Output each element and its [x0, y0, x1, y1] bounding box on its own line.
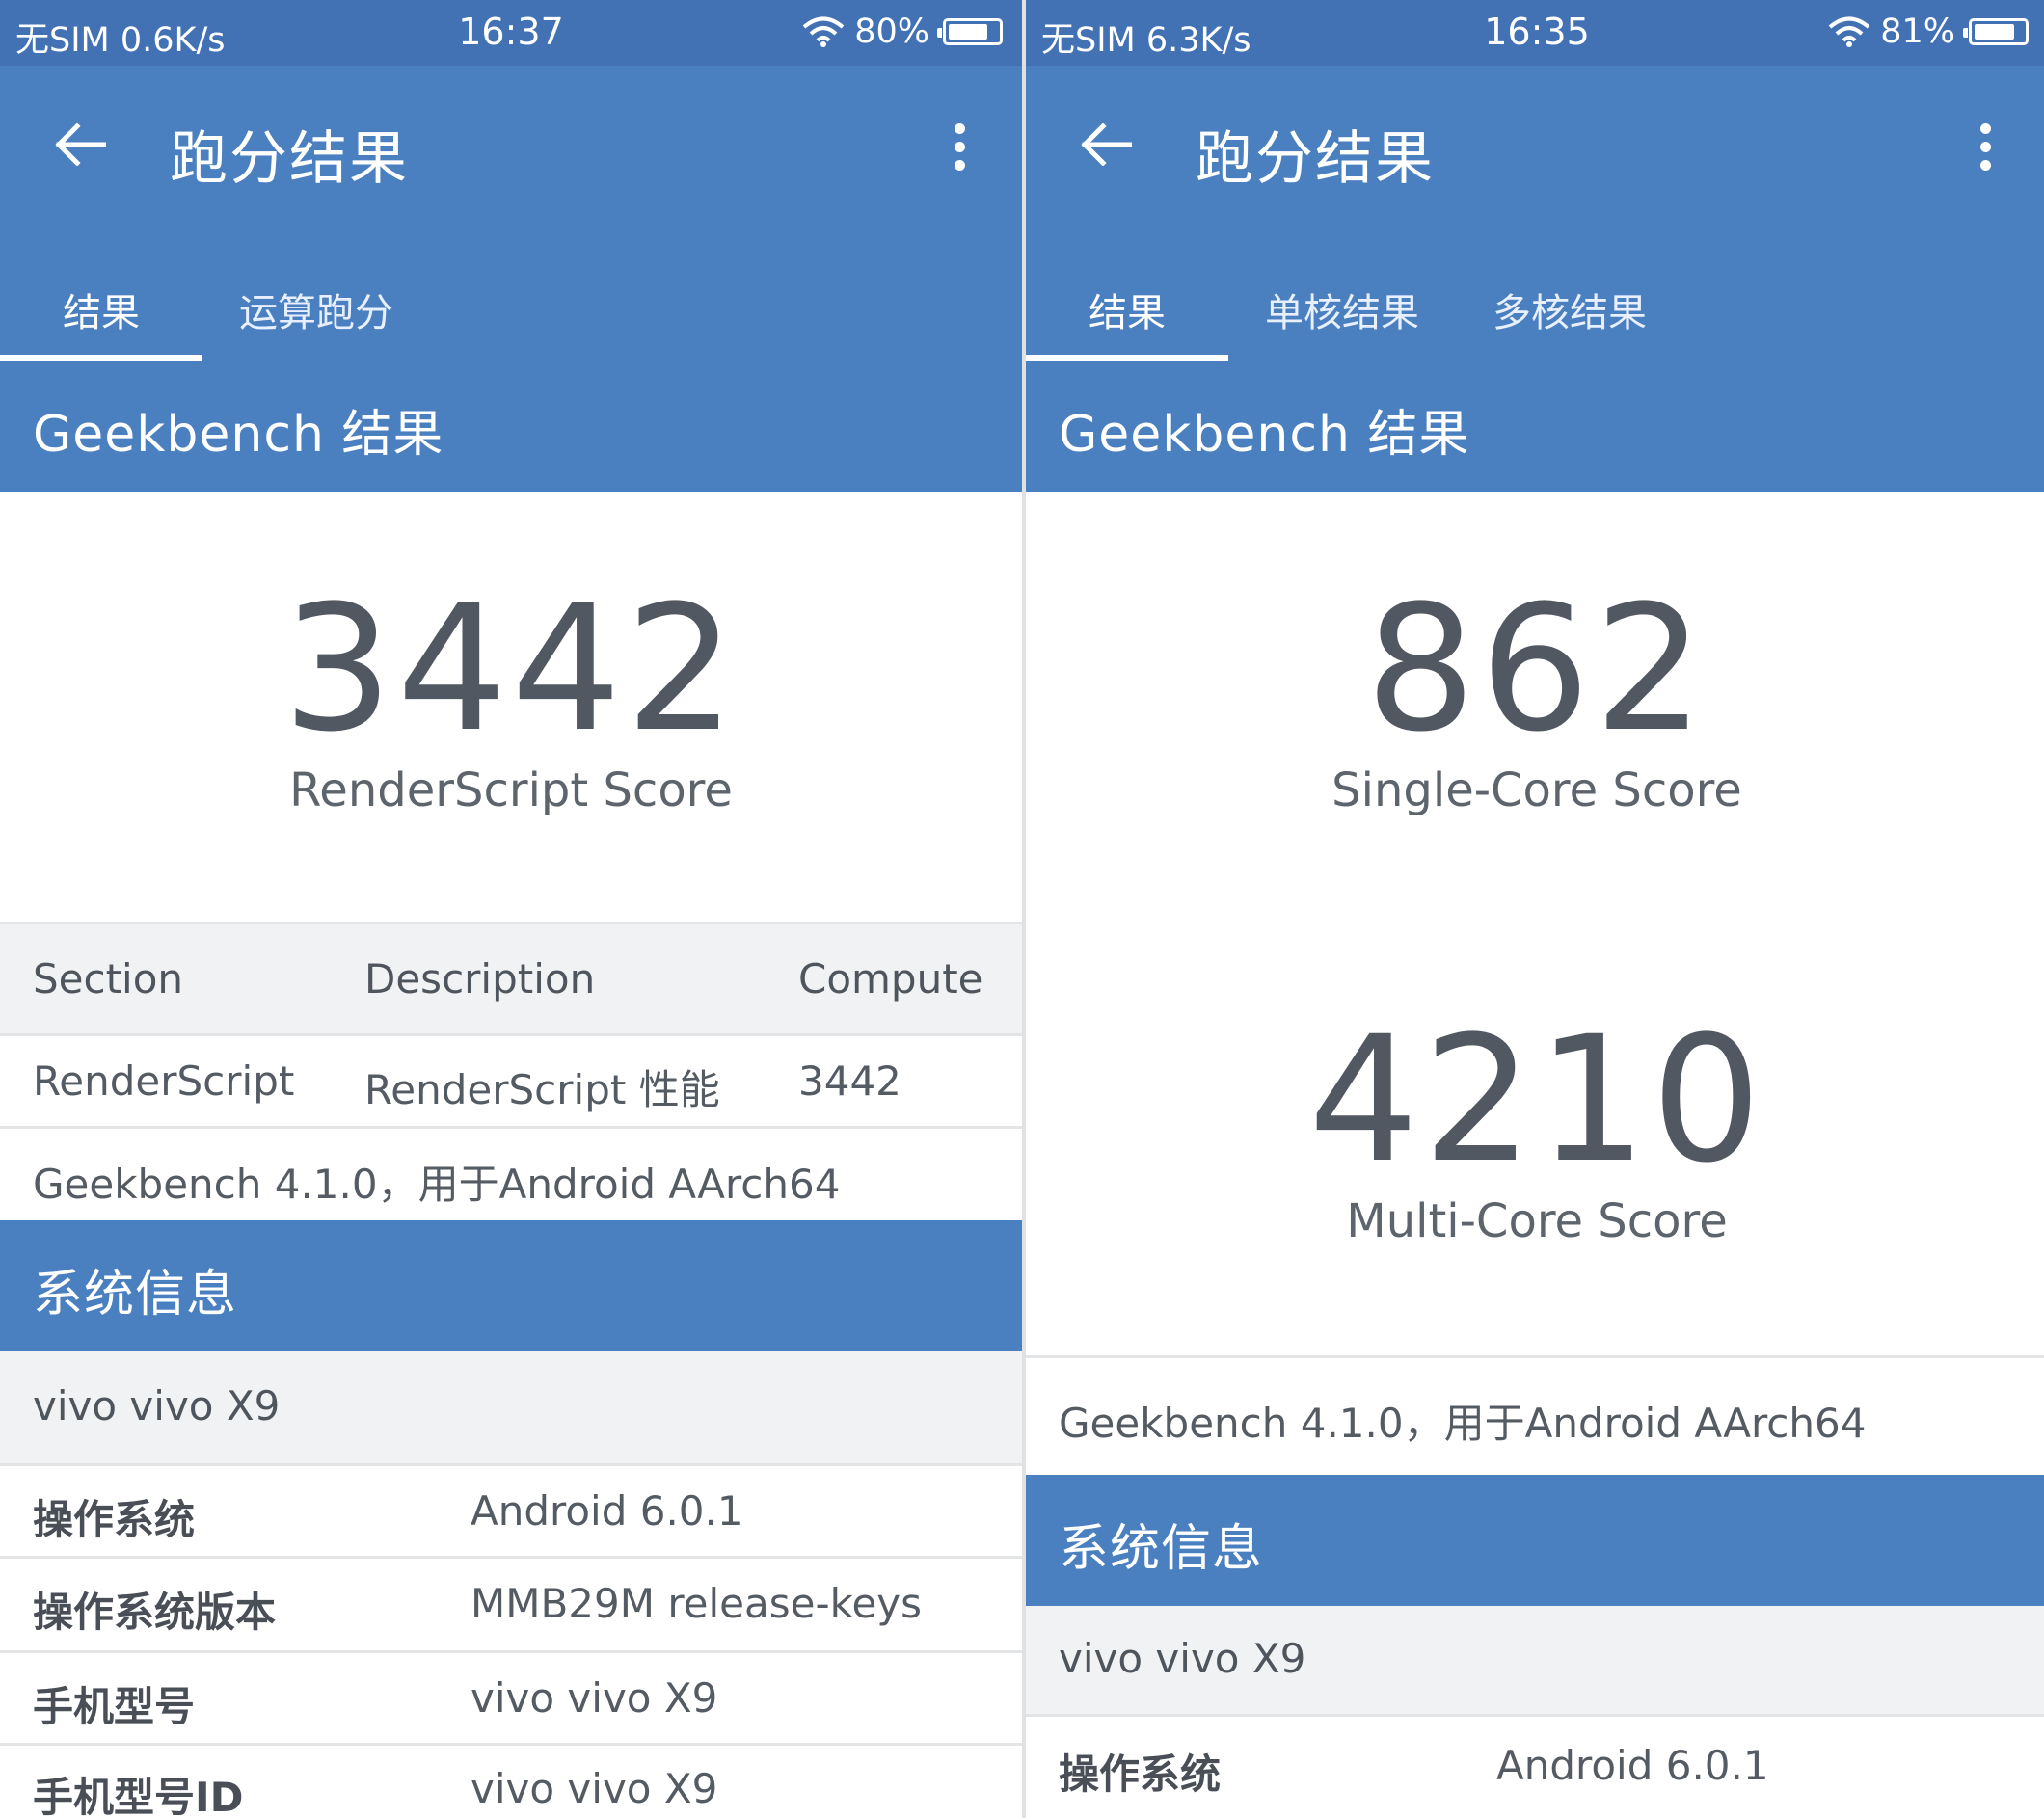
wifi-icon [1828, 16, 1870, 47]
tab-compute[interactable]: 运算跑分 [202, 258, 430, 361]
single-core-score-block: 862 Single-Core Score [1026, 569, 2044, 818]
cell-compute: 3442 [798, 1057, 901, 1105]
version-text: Geekbench 4.1.0，用于Android AArch64 [1059, 1400, 1867, 1447]
header-compute: Compute [798, 955, 983, 1003]
device-row: vivo vivo X9 [1026, 1606, 2044, 1714]
header-section: Section [33, 955, 184, 1003]
wifi-icon [802, 16, 845, 47]
status-bar: 无SIM 6.3K/s 16:35 81% [1026, 0, 2044, 66]
renderscript-score-block: 3442 RenderScript Score [0, 569, 1022, 818]
battery-level [949, 24, 987, 40]
info-value: Android 6.0.1 [471, 1487, 743, 1535]
multi-core-score-label: Multi-Core Score [1346, 1194, 1728, 1248]
page-title: 跑分结果 [170, 125, 409, 193]
info-key: 手机型号ID [33, 1774, 244, 1818]
multi-core-score: 4210 [1307, 1000, 1766, 1201]
app-bar: 跑分结果 结果 运算跑分 [0, 66, 1022, 361]
info-row-os: 操作系统 Android 6.0.1 [0, 1463, 1022, 1556]
tab-bar: 结果 单核结果 多核结果 [1026, 258, 1683, 361]
tab-multi-core[interactable]: 多核结果 [1456, 258, 1683, 361]
device-name: vivo vivo X9 [1059, 1635, 1306, 1682]
info-row-os: 操作系统 Android 6.0.1 [1026, 1714, 2044, 1818]
renderscript-score-label: RenderScript Score [289, 763, 733, 817]
version-text: Geekbench 4.1.0，用于Android AArch64 [33, 1161, 841, 1208]
tab-results[interactable]: 结果 [0, 258, 202, 361]
left-screen: 无SIM 0.6K/s 16:37 80% 跑分结果 结果 运算跑分 Geekb… [0, 0, 1022, 1818]
more-vert-icon [1979, 122, 1991, 134]
sysinfo-section-header: 系统信息 [1026, 1475, 2044, 1606]
info-value: vivo vivo X9 [471, 1674, 718, 1722]
version-row: Geekbench 4.1.0，用于Android AArch64 [1026, 1355, 2044, 1475]
section-title: Geekbench 结果 [33, 406, 444, 464]
back-button[interactable] [1072, 116, 1140, 174]
tab-results[interactable]: 结果 [1026, 258, 1228, 361]
battery-icon [1963, 18, 2029, 45]
info-key: 手机型号 [33, 1683, 196, 1730]
device-row: vivo vivo X9 [0, 1351, 1022, 1463]
status-bar: 无SIM 0.6K/s 16:37 80% [0, 0, 1022, 66]
battery-percent: 80% [854, 13, 929, 51]
version-row: Geekbench 4.1.0，用于Android AArch64 [0, 1126, 1022, 1220]
info-row-os-version: 操作系统版本 MMB29M release-keys [0, 1556, 1022, 1650]
multi-core-score-block: 4210 Multi-Core Score [1026, 1000, 2044, 1249]
page-title: 跑分结果 [1196, 125, 1435, 193]
info-value: MMB29M release-keys [471, 1580, 923, 1627]
cell-description: RenderScript 性能 [364, 1066, 720, 1113]
tab-single-core[interactable]: 单核结果 [1228, 258, 1456, 361]
battery-level [1975, 24, 2014, 40]
back-arrow-icon [1081, 123, 1132, 166]
info-key: 操作系统 [1059, 1751, 1222, 1798]
more-vert-icon [954, 122, 965, 134]
device-name: vivo vivo X9 [33, 1382, 281, 1430]
renderscript-score: 3442 [282, 569, 740, 770]
results-section-header: Geekbench 结果 [0, 361, 1022, 492]
more-options-button[interactable] [935, 118, 983, 175]
info-key: 操作系统版本 [33, 1589, 277, 1636]
cell-section: RenderScript [33, 1057, 295, 1105]
info-key: 操作系统 [33, 1496, 196, 1543]
info-row-model-id: 手机型号ID vivo vivo X9 [0, 1743, 1022, 1818]
table-row: RenderScript RenderScript 性能 3442 [0, 1033, 1022, 1126]
battery-icon [937, 18, 1003, 45]
more-options-button[interactable] [1961, 118, 2009, 175]
results-section-header: Geekbench 结果 [1026, 361, 2044, 492]
right-screen: 无SIM 6.3K/s 16:35 81% 跑分结果 结果 单核结果 多核结果 … [1026, 0, 2044, 1818]
header-description: Description [364, 955, 596, 1003]
table-header-row: Section Description Compute [0, 922, 1022, 1033]
sysinfo-section-header: 系统信息 [0, 1220, 1022, 1351]
single-core-score: 862 [1365, 569, 1708, 770]
info-value: vivo vivo X9 [471, 1765, 718, 1812]
back-button[interactable] [46, 116, 114, 174]
sysinfo-title: 系统信息 [33, 1266, 238, 1323]
sysinfo-title: 系统信息 [1059, 1520, 1264, 1578]
info-value: Android 6.0.1 [1496, 1742, 1769, 1789]
back-arrow-icon [55, 123, 106, 166]
app-bar: 跑分结果 结果 单核结果 多核结果 [1026, 66, 2044, 361]
info-row-model: 手机型号 vivo vivo X9 [0, 1650, 1022, 1743]
single-core-score-label: Single-Core Score [1331, 763, 1742, 817]
section-title: Geekbench 结果 [1059, 406, 1470, 464]
tab-bar: 结果 运算跑分 [0, 258, 430, 361]
battery-percent: 81% [1880, 13, 1955, 51]
